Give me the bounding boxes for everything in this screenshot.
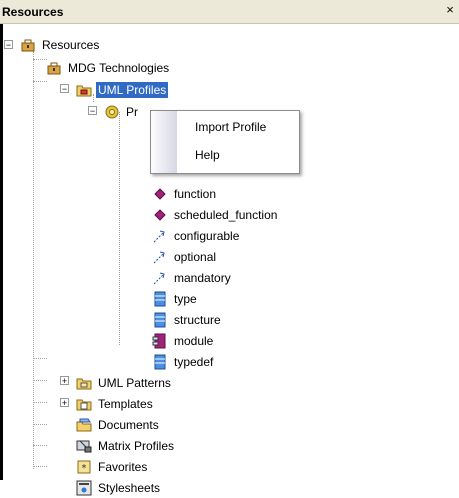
tree-item-label: scheduled_function	[174, 208, 278, 222]
tree-item-function[interactable]: function	[152, 184, 218, 204]
stylesheet-icon	[76, 480, 92, 496]
class-icon	[154, 354, 166, 370]
toolbox-icon	[47, 62, 61, 75]
association-arrow-icon	[153, 230, 165, 243]
diamond-icon	[154, 188, 166, 200]
collapse-resources-icon[interactable]: −	[4, 40, 13, 50]
tree-item-label: mandatory	[174, 271, 231, 285]
expand-templates-icon[interactable]: +	[60, 376, 69, 386]
tree-item-label: Templates	[98, 397, 153, 411]
tree-item-configurable[interactable]: configurable	[152, 226, 241, 246]
tree-item-documents[interactable]: Documents	[76, 415, 161, 435]
tree-item-label: UML Profiles	[96, 82, 169, 98]
diamond-icon	[154, 209, 166, 221]
matrix-icon	[76, 440, 92, 453]
tree-item-label: Documents	[98, 418, 159, 432]
toolbox-icon	[21, 39, 35, 52]
close-icon[interactable]: ×	[443, 3, 457, 17]
tree-item-label: Resources	[42, 38, 100, 52]
tree-item-scheduled-function[interactable]: scheduled_function	[152, 205, 279, 225]
tree-item-type[interactable]: type	[152, 289, 199, 309]
tree-item-module[interactable]: module	[152, 331, 215, 351]
svg-text:*: *	[82, 463, 87, 474]
menu-item-help[interactable]: Help	[151, 143, 299, 167]
expand-documents-icon[interactable]: +	[60, 398, 69, 408]
resources-tree: − − − + + Resources MDG Technologies UML…	[0, 24, 459, 496]
tree-item-label: UML Patterns	[98, 376, 171, 390]
tree-item-stylesheets[interactable]: Stylesheets	[76, 478, 162, 498]
tree-item-uml-patterns[interactable]: UML Patterns	[76, 373, 173, 393]
documents-icon	[76, 418, 92, 432]
tree-item-templates[interactable]: Templates	[76, 394, 155, 414]
tree-item-label: structure	[174, 313, 221, 327]
tree-item-mandatory[interactable]: mandatory	[152, 268, 233, 288]
tree-item-label: Matrix Profiles	[98, 439, 175, 453]
favorites-icon: *	[77, 460, 91, 474]
tree-item-typedef[interactable]: typedef	[152, 352, 215, 372]
menu-item-import-profile[interactable]: Import Profile	[151, 115, 299, 139]
tree-item-label: Favorites	[98, 460, 148, 474]
profile-icon	[105, 105, 119, 119]
tree-item-label: module	[174, 334, 214, 348]
collapse-profile-icon[interactable]: −	[88, 106, 97, 116]
tree-item-mdg-technologies[interactable]: MDG Technologies	[46, 58, 171, 78]
tree-item-label: configurable	[174, 229, 240, 243]
menu-item-label: Help	[195, 148, 220, 162]
collapse-uml-profiles-icon[interactable]: −	[60, 84, 69, 94]
tree-item-label: MDG Technologies	[68, 61, 170, 75]
class-icon	[154, 312, 166, 328]
association-arrow-icon	[153, 272, 165, 285]
tree-item-label: Stylesheets	[98, 481, 161, 495]
resources-panel: − − − + + Resources MDG Technologies UML…	[0, 24, 459, 496]
pattern-folder-icon	[76, 378, 92, 390]
class-icon	[154, 291, 166, 307]
tree-item-label: function	[174, 187, 217, 201]
tree-item-profile[interactable]: Pr	[104, 102, 140, 122]
tree-item-uml-profiles[interactable]: UML Profiles	[76, 80, 169, 100]
tree-item-optional[interactable]: optional	[152, 247, 218, 267]
tree-item-label: typedef	[174, 355, 214, 369]
panel-header: Resources ×	[0, 0, 459, 24]
folder-icon	[76, 85, 92, 97]
tree-item-label: optional	[174, 250, 217, 264]
tree-item-structure[interactable]: structure	[152, 310, 223, 330]
tree-item-label: Pr	[126, 105, 138, 119]
context-menu: Import Profile Help	[150, 110, 300, 174]
panel-title: Resources	[2, 5, 64, 19]
folder-icon	[76, 399, 92, 411]
menu-item-label: Import Profile	[195, 120, 267, 134]
module-icon	[152, 333, 166, 349]
tree-item-matrix-profiles[interactable]: Matrix Profiles	[76, 436, 176, 456]
tree-item-label: type	[174, 292, 197, 306]
association-arrow-icon	[153, 251, 165, 264]
tree-item-favorites[interactable]: * Favorites	[76, 457, 149, 477]
tree-item-resources[interactable]: Resources	[20, 35, 101, 55]
